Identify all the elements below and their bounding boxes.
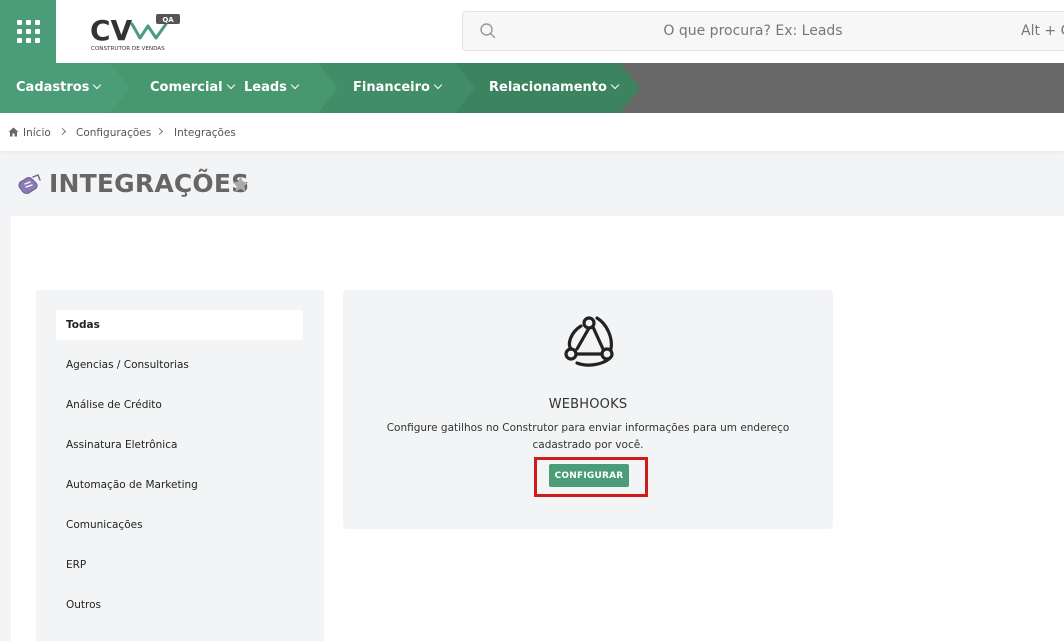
nav-financeiro[interactable]: Financeiro (353, 63, 443, 113)
breadcrumb-inicio[interactable]: Início (23, 127, 51, 139)
breadcrumb-integracoes: Integrações (174, 127, 236, 139)
category-comunicacoes[interactable]: Comunicações (56, 510, 303, 540)
breadcrumb-separator-icon (58, 127, 67, 136)
apps-grid-icon (16, 20, 40, 43)
search-box: Alt + G (462, 11, 1064, 51)
webhook-icon (564, 316, 614, 367)
chevron-down-icon (290, 80, 300, 90)
category-assinatura-eletronica[interactable]: Assinatura Eletrônica (56, 430, 303, 460)
apps-menu-button[interactable] (0, 0, 56, 63)
home-icon (8, 127, 19, 137)
nav-leads[interactable]: Leads (244, 63, 300, 113)
logo[interactable]: CV QA CONSTRUTOR DE VENDAS (88, 10, 188, 54)
breadcrumb: Início Configurações Integrações (0, 113, 1064, 151)
top-bar: CV QA CONSTRUTOR DE VENDAS Alt + G (0, 0, 1064, 63)
category-todas[interactable]: Todas (56, 310, 303, 340)
search-shortcut-hint: Alt + G (1021, 23, 1064, 39)
nav-relacionamento[interactable]: Relacionamento (489, 63, 620, 113)
integration-card-webhooks: WEBHOOKS Configure gatilhos no Construto… (343, 290, 833, 529)
chevron-down-icon (433, 80, 443, 90)
category-erp[interactable]: ERP (56, 550, 303, 580)
category-outros[interactable]: Outros (56, 590, 303, 620)
card-title: WEBHOOKS (548, 397, 628, 412)
card-description: Configure gatilhos no Construtor para en… (386, 422, 790, 451)
nav-cadastros[interactable]: Cadastros (16, 63, 102, 113)
chevron-down-icon (226, 80, 235, 90)
integrations-icon (18, 174, 41, 194)
nav-comercial[interactable]: Comercial (150, 63, 235, 113)
chevron-down-icon (610, 80, 620, 90)
category-agencias-consultorias[interactable]: Agencias / Consultorias (56, 350, 303, 380)
main-nav: Cadastros Comercial Leads Financeiro Rel… (0, 63, 1064, 113)
category-analise-de-credito[interactable]: Análise de Crédito (56, 390, 303, 420)
page-title: INTEGRAÇÕES (49, 169, 250, 198)
category-automacao-de-marketing[interactable]: Automação de Marketing (56, 470, 303, 500)
chevron-down-icon (93, 80, 102, 90)
search-input[interactable] (503, 12, 963, 50)
search-icon (480, 23, 496, 39)
configure-button[interactable]: CONFIGURAR (549, 464, 629, 487)
favorite-star-icon[interactable] (231, 175, 250, 194)
svg-text:CV: CV (90, 14, 133, 47)
svg-text:QA: QA (162, 16, 174, 24)
category-sidebar: Todas Agencias / Consultorias Análise de… (36, 290, 324, 641)
breadcrumb-configuracoes[interactable]: Configurações (76, 127, 151, 139)
svg-text:CONSTRUTOR DE VENDAS: CONSTRUTOR DE VENDAS (91, 46, 165, 52)
breadcrumb-separator-icon (155, 127, 164, 136)
